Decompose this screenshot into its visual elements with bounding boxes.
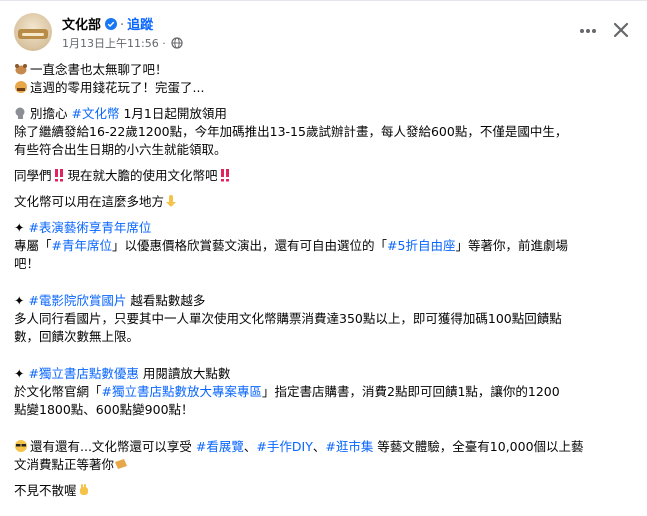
post-line: 有些符合出生日期的小六生就能領取。 bbox=[14, 142, 227, 157]
post-line: 不見不散喔 bbox=[14, 482, 634, 500]
hashtag-link[interactable]: #青年席位 bbox=[52, 238, 112, 253]
post-line: 數，回饋次數無上限。 bbox=[14, 329, 140, 344]
post-line: 同學們 現在就大膽的使用文化幣吧 bbox=[14, 167, 634, 185]
page-name[interactable]: 文化部 bbox=[62, 18, 101, 33]
header-separator: · bbox=[120, 18, 125, 33]
more-options-icon[interactable] bbox=[578, 21, 598, 41]
post-line: 別擔心 #文化幣 1月1日起開放領用 bbox=[14, 105, 634, 123]
post-line: 文化幣可以用在這麼多地方 bbox=[14, 193, 634, 211]
hashtag-link[interactable]: #逛市集 bbox=[325, 439, 373, 454]
face-emoji-icon bbox=[15, 81, 27, 93]
sec1-text: 」以優惠價格欣賞藝文演出，還有可自由選位的「 bbox=[112, 238, 388, 253]
sec3-text: 於文化幣官網「 bbox=[14, 384, 102, 399]
close-icon[interactable] bbox=[610, 19, 632, 41]
section-bullet: ✦ bbox=[14, 366, 29, 381]
hashtag-link[interactable]: #表演藝術享青年席位 bbox=[28, 220, 151, 235]
section-bullet: ✦ bbox=[14, 220, 29, 235]
sec1-text: 」等著你，前進劇場 bbox=[455, 238, 568, 253]
waving-hand-emoji-icon bbox=[79, 484, 88, 495]
post-line: 一直念書也太無聊了吧！ bbox=[14, 61, 634, 79]
post-timestamp[interactable]: 1月13日上午11:56 bbox=[62, 37, 159, 50]
line3-prefix: 別擔心 bbox=[30, 106, 72, 121]
hashtag-link[interactable]: #電影院欣賞國片 bbox=[28, 293, 126, 308]
post-line: 還有還有...文化幣還可以享受 #看展覽、#手作DIY、#逛市集 等藝文體驗，全… bbox=[14, 438, 634, 456]
section-heading: ✦ #表演藝術享青年席位 bbox=[14, 219, 634, 237]
hashtag-link[interactable]: #5折自由座 bbox=[387, 238, 455, 253]
final-line-text: 不見不散喔 bbox=[14, 483, 77, 498]
line2-text: 這週的零用錢花玩了！完蛋了... bbox=[30, 80, 205, 95]
name-row: 文化部 · 追蹤 bbox=[62, 14, 153, 33]
post-header: 文化部 · 追蹤 1月13日上午11:56 · bbox=[14, 11, 634, 55]
sec1-text: 專屬「 bbox=[14, 238, 52, 253]
hashtag-link[interactable]: #獨立書店點數優惠 bbox=[28, 366, 138, 381]
ticket-emoji-icon bbox=[115, 459, 128, 469]
post-line: 多人同行看國片，只要其中一人單次使用文化幣購票消費達350點以上，即可獲得加碼1… bbox=[14, 311, 562, 326]
line3-suffix: 1月1日起開放領用 bbox=[119, 106, 227, 121]
sec3-text: 」指定書店購書，消費2點即可回饋1點，讓你的1200 bbox=[262, 384, 560, 399]
line6-text: 同學們 bbox=[14, 168, 52, 183]
double-exclamation-icon bbox=[54, 169, 63, 182]
pointing-down-emoji-icon bbox=[166, 195, 177, 207]
cow-emoji-icon bbox=[15, 64, 27, 75]
line6b-text: 現在就大膽的使用文化幣吧 bbox=[67, 168, 218, 183]
section-heading: ✦ #電影院欣賞國片 越看點數越多 bbox=[14, 292, 634, 310]
speaking-head-emoji-icon bbox=[15, 107, 25, 119]
post-meta: 1月13日上午11:56 · bbox=[62, 35, 183, 51]
hashtag-link[interactable]: #看展覽 bbox=[196, 439, 244, 454]
hashtag-link[interactable]: #獨立書店點數放大專案專區 bbox=[102, 384, 262, 399]
post-line: 除了繼續發給16-22歲1200點，今年加碼推出13-15歲試辦計畫，每人發給6… bbox=[14, 124, 568, 139]
hashtag-link[interactable]: #手作DIY bbox=[256, 439, 312, 454]
post-line: 點變1800點、600點變900點！ bbox=[14, 402, 194, 417]
section-bullet: ✦ bbox=[14, 293, 29, 308]
final-separator: 、 bbox=[312, 439, 326, 454]
avatar-logo-stripe bbox=[22, 33, 44, 36]
line7-text: 文化幣可以用在這麼多地方 bbox=[14, 194, 165, 209]
double-exclamation-icon bbox=[220, 169, 229, 182]
final-text: 還有還有...文化幣還可以享受 bbox=[30, 439, 196, 454]
hashtag-link[interactable]: #文化幣 bbox=[71, 106, 119, 121]
post-line: 這週的零用錢花玩了！完蛋了... bbox=[14, 79, 634, 97]
final-text: 等藝文體驗，全臺有10,000個以上藝 bbox=[373, 439, 584, 454]
meta-separator: · bbox=[162, 37, 166, 50]
facebook-post-card: 文化部 · 追蹤 1月13日上午11:56 · 一直念書也太無聊了吧！ 這週的零用錢… bbox=[0, 0, 647, 516]
sec2-suffix: 越看點數越多 bbox=[126, 293, 206, 308]
page-avatar[interactable] bbox=[14, 13, 52, 51]
final-separator: 、 bbox=[243, 439, 257, 454]
sunglasses-emoji-icon bbox=[15, 440, 27, 452]
globe-icon bbox=[171, 37, 183, 49]
post-line: 吧！ bbox=[14, 256, 40, 271]
post-line: 文消費點正等著你 bbox=[14, 456, 634, 474]
sec3-suffix: 用閱讀放大點數 bbox=[138, 366, 231, 381]
verified-badge-icon bbox=[105, 18, 118, 30]
follow-button[interactable]: 追蹤 bbox=[127, 18, 153, 33]
post-line: 於文化幣官網「#獨立書店點數放大專案專區」指定書店購書，消費2點即可回饋1點，讓… bbox=[14, 383, 634, 401]
final-text: 文消費點正等著你 bbox=[14, 457, 115, 472]
section-heading: ✦ #獨立書店點數優惠 用閱讀放大點數 bbox=[14, 365, 634, 383]
post-line: 專屬「#青年席位」以優惠價格欣賞藝文演出，還有可自由選位的「#5折自由座」等著你… bbox=[14, 237, 634, 255]
post-body: 一直念書也太無聊了吧！ 這週的零用錢花玩了！完蛋了... 別擔心 #文化幣 1月… bbox=[14, 61, 634, 500]
line1-text: 一直念書也太無聊了吧！ bbox=[30, 62, 168, 77]
